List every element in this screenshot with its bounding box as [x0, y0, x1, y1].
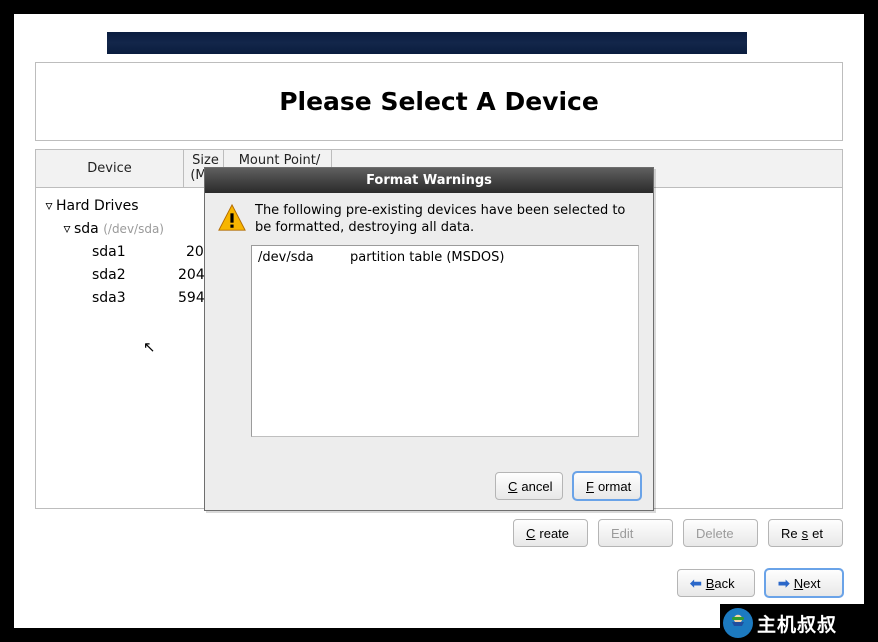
dialog-device-desc: partition table (MSDOS) [350, 250, 504, 265]
expand-icon[interactable]: ▿ [60, 221, 74, 237]
reset-button[interactable]: ResetReset [768, 519, 843, 547]
edit-button: Edit [598, 519, 673, 547]
top-progress-bar [107, 32, 747, 54]
back-button[interactable]: ⬅ Back Back [677, 569, 755, 597]
watermark-avatar-icon [723, 608, 753, 638]
title-frame: Please Select A Device [35, 62, 843, 141]
expand-icon[interactable]: ▿ [42, 198, 56, 214]
format-button[interactable]: FormatFormat [573, 472, 641, 500]
create-button[interactable]: CCreatereate [513, 519, 588, 547]
watermark-badge: 主机叔叔 [720, 604, 878, 642]
dialog-button-row: CancelCancel FormatFormat [495, 472, 641, 500]
dialog-message: The following pre-existing devices have … [255, 203, 639, 237]
tree-root-label: Hard Drives [56, 198, 139, 214]
dialog-device-name: /dev/sda [258, 250, 350, 265]
tree-part-size: 20 [186, 244, 204, 260]
dialog-device-list[interactable]: /dev/sda partition table (MSDOS) [251, 245, 639, 437]
tree-part-size: 594 [178, 290, 205, 306]
col-device[interactable]: Device [36, 150, 184, 187]
installer-screen: Please Select A Device Device Size (MB) … [14, 14, 864, 628]
tree-part-label: sda2 [92, 267, 178, 283]
page-title: Please Select A Device [36, 63, 842, 116]
warning-icon [217, 203, 249, 237]
format-warnings-dialog: Format Warnings The following pre-existi… [204, 167, 654, 511]
tree-part-label: sda1 [92, 244, 186, 260]
arrow-right-icon: ➡ [778, 575, 790, 592]
tree-disk-path: (/dev/sda) [103, 222, 164, 236]
arrow-left-icon: ⬅ [690, 575, 702, 592]
tree-part-label: sda3 [92, 290, 178, 306]
nav-button-row: ⬅ Back Back ➡ Next Next [677, 569, 843, 597]
crud-button-row: CCreatereate Edit Delete ResetReset [35, 519, 843, 547]
next-button[interactable]: ➡ Next Next [765, 569, 843, 597]
dialog-title: Format Warnings [205, 168, 653, 193]
dialog-device-row[interactable]: /dev/sda partition table (MSDOS) [258, 250, 632, 265]
tree-part-size: 204 [178, 267, 205, 283]
cancel-button[interactable]: CancelCancel [495, 472, 563, 500]
watermark-text: 主机叔叔 [757, 610, 837, 637]
tree-disk-label: sda [74, 221, 99, 237]
delete-button: Delete [683, 519, 758, 547]
